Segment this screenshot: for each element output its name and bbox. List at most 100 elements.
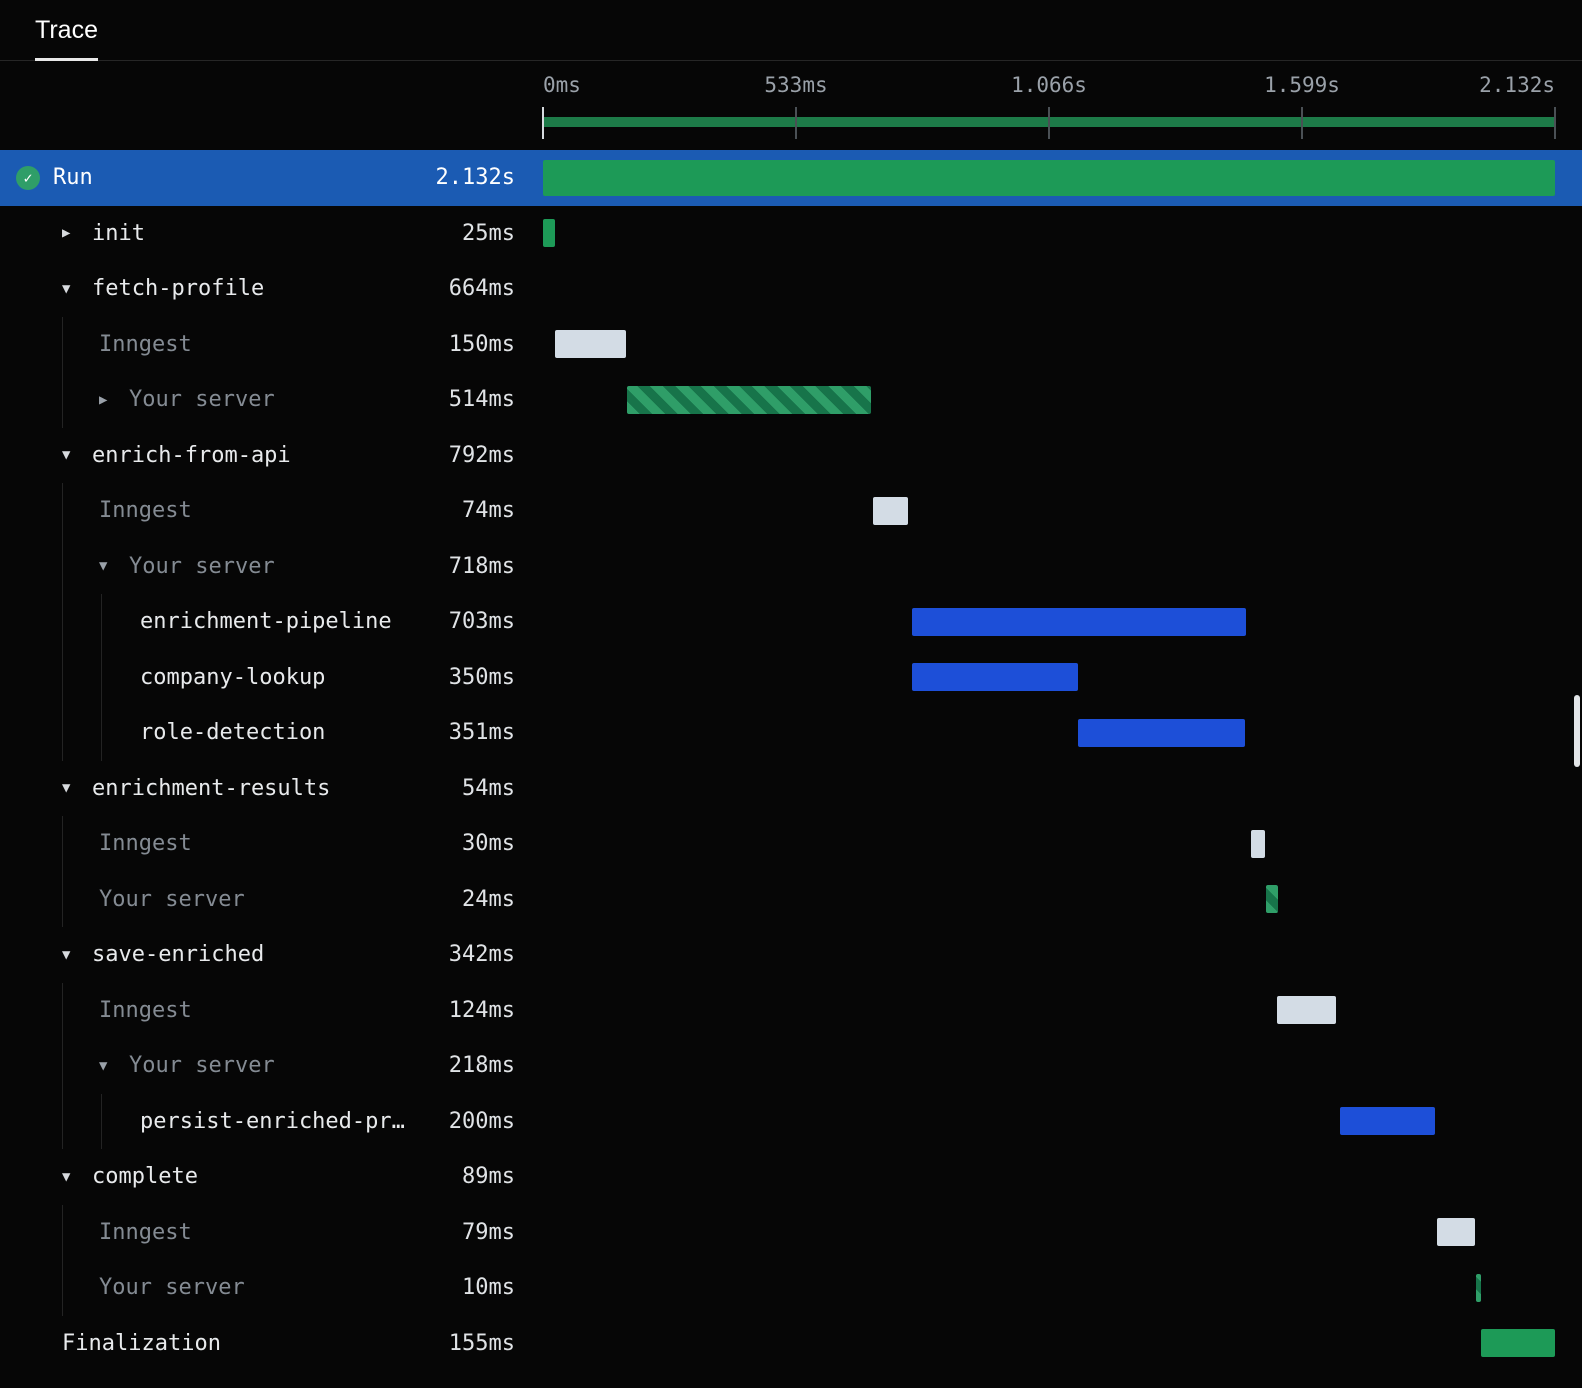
row-duration: 124ms — [448, 997, 515, 1023]
chevron-down-icon[interactable]: ▼ — [99, 1058, 129, 1074]
trace-row-enrichment-pipeline[interactable]: enrichment-pipeline 703ms — [0, 594, 1582, 650]
trace-row-your-server[interactable]: Your server 24ms — [0, 871, 1582, 927]
row-timeline-track — [543, 1260, 1555, 1316]
trace-row-inngest[interactable]: Inngest 74ms — [0, 483, 1582, 539]
span-bar[interactable] — [1251, 829, 1266, 858]
span-bar[interactable] — [1339, 1107, 1435, 1136]
row-timeline-track — [543, 372, 1555, 428]
span-bar[interactable] — [1266, 885, 1278, 914]
row-label: Inngest — [99, 997, 192, 1023]
trace-row-enrich-from-api[interactable]: ▼ enrich-from-api 792ms — [0, 428, 1582, 484]
row-label: Your server — [129, 387, 275, 413]
trace-row-run[interactable]: ✓ Run 2.132s — [0, 150, 1582, 206]
row-duration: 89ms — [462, 1164, 515, 1190]
row-name-cell: Inngest 79ms — [0, 1204, 543, 1260]
tick-label: 1.066s — [1011, 73, 1087, 97]
span-bar[interactable] — [911, 663, 1078, 692]
span-bar[interactable] — [554, 330, 627, 359]
row-label: fetch-profile — [92, 276, 265, 302]
tree-guide-line — [101, 1093, 102, 1149]
row-name-cell: ✓ Run 2.132s — [0, 150, 543, 206]
span-bar[interactable] — [1078, 718, 1246, 747]
trace-row-inngest[interactable]: Inngest 124ms — [0, 982, 1582, 1039]
span-bar[interactable] — [627, 385, 872, 414]
trace-row-role-detection[interactable]: role-detection 351ms — [0, 705, 1582, 761]
trace-row-your-server[interactable]: Your server 10ms — [0, 1260, 1582, 1316]
trace-row-fetch-profile[interactable]: ▼ fetch-profile 664ms — [0, 261, 1582, 317]
chevron-right-icon[interactable]: ▶ — [99, 392, 129, 408]
trace-row-inngest[interactable]: Inngest 30ms — [0, 816, 1582, 872]
span-bar[interactable] — [1476, 1273, 1481, 1302]
row-duration: 25ms — [462, 220, 515, 246]
tree-guide-line — [62, 816, 63, 872]
row-duration: 514ms — [448, 387, 515, 413]
row-name-cell: Your server 24ms — [0, 871, 543, 927]
row-duration: 792ms — [448, 442, 515, 468]
row-timeline-track — [543, 1205, 1555, 1261]
row-label: enrich-from-api — [92, 442, 291, 468]
row-name-cell: Your server 10ms — [0, 1260, 543, 1316]
row-timeline-track — [543, 650, 1555, 706]
span-bar[interactable] — [1276, 996, 1336, 1025]
row-duration: 351ms — [448, 720, 515, 746]
chevron-right-icon[interactable]: ▶ — [62, 225, 92, 241]
row-label: save-enriched — [92, 942, 265, 968]
row-name-cell: ▼ complete 89ms — [0, 1149, 543, 1205]
trace-row-your-server[interactable]: ▼ Your server 718ms — [0, 538, 1582, 594]
row-name-cell: persist-enriched-pr… 200ms — [0, 1093, 543, 1149]
chevron-down-icon[interactable]: ▼ — [62, 1169, 92, 1185]
row-timeline-track — [543, 1149, 1555, 1205]
row-name-cell: Inngest 124ms — [0, 982, 543, 1038]
row-name-cell: ▼ enrich-from-api 792ms — [0, 428, 543, 484]
row-label: Inngest — [99, 1219, 192, 1245]
span-bar[interactable] — [872, 496, 909, 525]
chevron-down-icon[interactable]: ▼ — [62, 281, 92, 297]
row-timeline-track — [543, 1316, 1555, 1372]
span-bar[interactable] — [1437, 1218, 1475, 1247]
chevron-down-icon[interactable]: ▼ — [99, 558, 129, 574]
tree-guide-line — [101, 649, 102, 705]
row-timeline-track — [543, 483, 1555, 539]
trace-row-company-lookup[interactable]: company-lookup 350ms — [0, 649, 1582, 706]
row-label: company-lookup — [140, 664, 326, 690]
row-timeline-track — [543, 983, 1555, 1039]
chevron-down-icon[interactable]: ▼ — [62, 447, 92, 463]
span-bar[interactable] — [543, 159, 1555, 196]
row-timeline-track — [543, 705, 1555, 761]
trace-row-inngest[interactable]: Inngest 79ms — [0, 1204, 1582, 1261]
row-timeline-track — [543, 317, 1555, 373]
trace-row-save-enriched[interactable]: ▼ save-enriched 342ms — [0, 927, 1582, 983]
row-name-cell: Inngest 30ms — [0, 816, 543, 872]
row-name-cell: Inngest 150ms — [0, 316, 543, 372]
tab-trace[interactable]: Trace — [35, 0, 98, 61]
trace-row-persist-enriched-pr[interactable]: persist-enriched-pr… 200ms — [0, 1093, 1582, 1149]
row-label: Your server — [99, 886, 245, 912]
tree-guide-line — [62, 594, 63, 650]
trace-row-enrichment-results[interactable]: ▼ enrichment-results 54ms — [0, 761, 1582, 817]
chevron-down-icon[interactable]: ▼ — [62, 780, 92, 796]
tick-mark — [1301, 107, 1303, 139]
trace-row-init[interactable]: ▶ init 25ms — [0, 206, 1582, 262]
row-label: Run — [53, 165, 93, 191]
row-label: Inngest — [99, 498, 192, 524]
chevron-down-icon[interactable]: ▼ — [62, 947, 92, 963]
scrollbar-thumb[interactable] — [1574, 695, 1580, 767]
tick-label: 1.599s — [1264, 73, 1340, 97]
tree-guide-line — [62, 1260, 63, 1316]
row-duration: 30ms — [462, 831, 515, 857]
row-label: Finalization — [62, 1330, 221, 1356]
span-bar[interactable] — [1481, 1329, 1555, 1358]
row-duration: 74ms — [462, 498, 515, 524]
trace-row-your-server[interactable]: ▶ Your server 514ms — [0, 372, 1582, 428]
trace-row-complete[interactable]: ▼ complete 89ms — [0, 1149, 1582, 1205]
row-duration: 664ms — [448, 276, 515, 302]
row-label: enrichment-results — [92, 775, 331, 801]
trace-row-your-server[interactable]: ▼ Your server 218ms — [0, 1038, 1582, 1094]
row-duration: 342ms — [448, 942, 515, 968]
trace-row-finalization[interactable]: Finalization 155ms — [0, 1316, 1582, 1372]
span-bar[interactable] — [543, 219, 555, 248]
row-label: enrichment-pipeline — [140, 609, 392, 635]
span-bar[interactable] — [911, 607, 1246, 636]
row-duration: 24ms — [462, 886, 515, 912]
trace-row-inngest[interactable]: Inngest 150ms — [0, 316, 1582, 373]
